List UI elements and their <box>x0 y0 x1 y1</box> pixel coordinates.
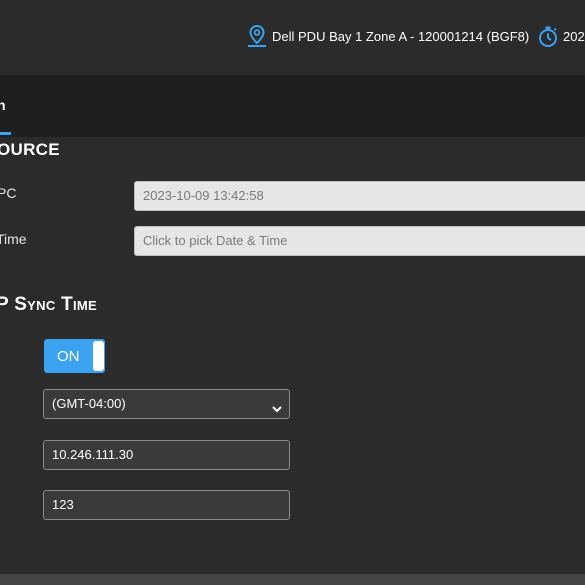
tab-active[interactable]: n <box>0 97 6 113</box>
device-location: Dell PDU Bay 1 Zone A - 120001214 (BGF8) <box>246 24 529 48</box>
timezone-selected-value: (GMT-04:00) <box>52 396 126 411</box>
manual-time-picker[interactable]: Click to pick Date & Time <box>134 226 585 256</box>
ntp-server-input[interactable]: 10.246.111.30 <box>43 440 290 470</box>
time-source-title: OURCE <box>0 140 60 159</box>
top-header-bar: Dell PDU Bay 1 Zone A - 120001214 (BGF8)… <box>0 0 585 75</box>
pc-time-field[interactable]: 2023-10-09 13:42:58 <box>134 181 585 211</box>
chevron-down-icon <box>271 397 283 413</box>
location-pin-icon <box>246 24 268 48</box>
stopwatch-icon <box>536 24 560 48</box>
footer-strip <box>0 574 585 585</box>
system-time-text: 2023 <box>563 28 585 44</box>
system-time: 2023 <box>536 24 585 48</box>
tab-bar: n <box>0 75 585 137</box>
toggle-knob <box>93 341 104 371</box>
ntp-sync-toggle[interactable]: ON <box>44 339 105 373</box>
tab-active-indicator <box>0 132 11 135</box>
device-location-text: Dell PDU Bay 1 Zone A - 120001214 (BGF8) <box>272 28 530 44</box>
ntp-port-input[interactable]: 123 <box>43 490 290 520</box>
pc-time-label: PC <box>0 185 17 201</box>
manual-time-label: Time <box>0 231 27 247</box>
timezone-select[interactable]: (GMT-04:00) <box>43 389 290 419</box>
ntp-sync-toggle-label: ON <box>57 348 80 365</box>
ntp-sync-title: P Sync Time <box>0 294 98 315</box>
